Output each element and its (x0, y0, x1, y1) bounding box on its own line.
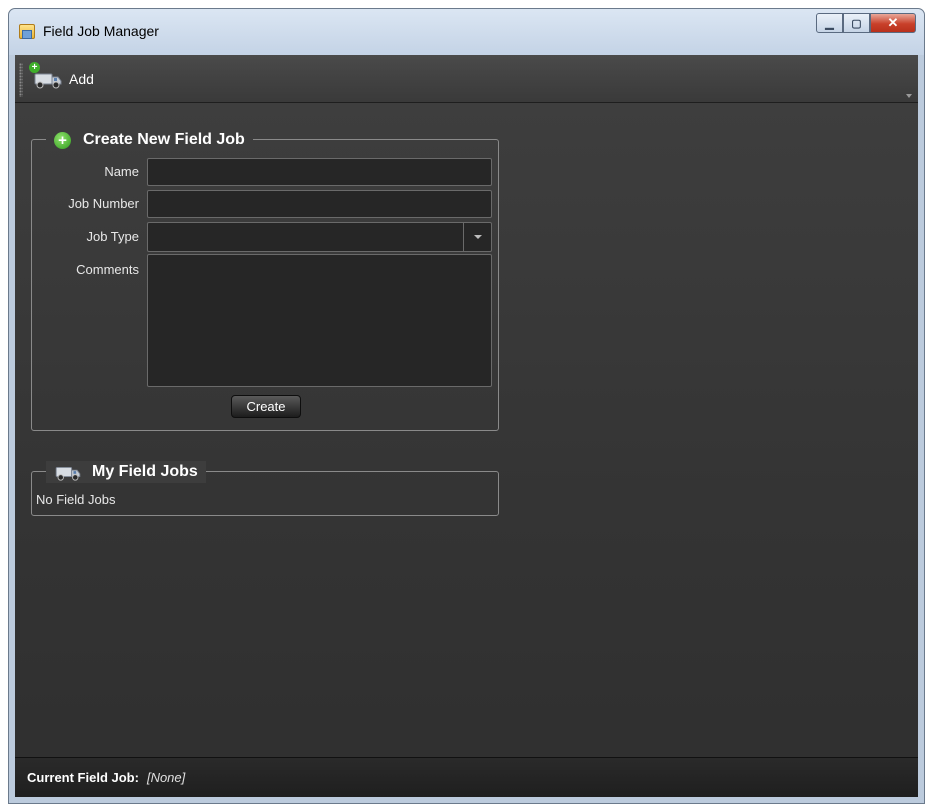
my-field-jobs-group: My Field Jobs No Field Jobs (31, 461, 499, 516)
create-section-header: + Create New Field Job (46, 129, 253, 151)
comments-row: Comments (32, 254, 498, 387)
client-area: + Add + Create New Field Job Name Job Nu… (15, 55, 918, 797)
app-icon (19, 24, 35, 39)
comments-textarea[interactable] (147, 254, 492, 387)
app-window: Field Job Manager ▁ ▢ ✕ + Add + Create N… (8, 8, 925, 804)
plus-icon: + (29, 62, 40, 73)
create-field-job-group: + Create New Field Job Name Job Number J… (31, 129, 499, 431)
current-job-label: Current Field Job: (27, 770, 139, 785)
maximize-button[interactable]: ▢ (843, 13, 870, 33)
job-type-row: Job Type (32, 222, 498, 252)
truck-icon (54, 462, 82, 482)
close-button[interactable]: ✕ (870, 13, 916, 33)
window-title: Field Job Manager (43, 23, 159, 39)
minimize-button[interactable]: ▁ (816, 13, 843, 33)
toolbar-grip-icon[interactable] (19, 63, 23, 97)
add-button[interactable]: + Add (27, 61, 100, 97)
window-controls: ▁ ▢ ✕ (816, 13, 916, 33)
name-label: Name (104, 164, 139, 179)
name-input[interactable] (147, 158, 492, 186)
status-bar: Current Field Job: [None] (15, 757, 918, 797)
plus-icon: + (54, 131, 71, 149)
current-job-value: [None] (146, 770, 186, 785)
job-number-label: Job Number (68, 196, 139, 211)
job-number-row: Job Number (32, 190, 498, 218)
add-button-label: Add (69, 71, 94, 87)
comments-label: Comments (76, 262, 139, 277)
my-jobs-section-header: My Field Jobs (46, 461, 206, 483)
name-row: Name (32, 158, 498, 186)
toolbar-overflow-icon[interactable] (906, 94, 912, 98)
job-type-select[interactable] (147, 222, 492, 252)
my-jobs-section-title: My Field Jobs (92, 463, 198, 480)
job-number-input[interactable] (147, 190, 492, 218)
empty-jobs-text: No Field Jobs (36, 492, 116, 507)
job-type-label: Job Type (86, 229, 139, 244)
create-section-title: Create New Field Job (83, 131, 245, 148)
truck-icon: + (29, 62, 63, 90)
create-button[interactable]: Create (231, 395, 301, 418)
dropdown-arrow-icon[interactable] (463, 223, 491, 251)
toolbar: + Add (15, 55, 918, 103)
title-bar[interactable]: Field Job Manager ▁ ▢ ✕ (9, 9, 924, 55)
